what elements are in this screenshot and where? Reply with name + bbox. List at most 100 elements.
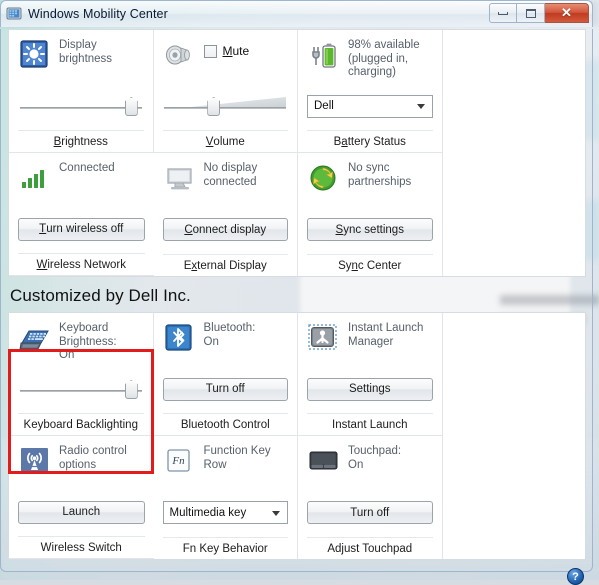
tile-footer-link[interactable]: Instant Launch — [307, 413, 433, 435]
tile-sync-center[interactable]: No sync partnerships Sync settings Sy n c … — [298, 153, 443, 276]
volume-slider[interactable] — [164, 95, 287, 117]
combobox-value: Multimedia key — [169, 506, 247, 519]
button-label: onnect display — [192, 223, 267, 236]
standard-tile-grid: Display brightness Brightness Mute V olu… — [8, 29, 586, 277]
footer-accesskey: W — [36, 258, 48, 271]
bluetooth-icon — [163, 321, 197, 355]
mute-control: Mute — [203, 38, 249, 58]
mobility-center-icon — [6, 6, 22, 22]
footer-text: B — [333, 135, 342, 148]
dell-tile-grid: Keyboard Brightness: On Keyboard Backlig… — [8, 312, 586, 560]
instant-launch-icon — [307, 321, 341, 355]
brightness-slider[interactable] — [19, 95, 142, 117]
footer-text: E — [183, 259, 192, 272]
control-zone: Turn off — [162, 369, 288, 413]
battery-plan-combobox[interactable]: Dell — [307, 94, 433, 118]
control-zone: Launch — [18, 492, 145, 536]
footer-text-2: c Center — [357, 259, 402, 272]
tile-keyboard-backlighting[interactable]: Keyboard Brightness: On Keyboard Backlig… — [9, 313, 154, 436]
tile-adjust-touchpad[interactable]: Touchpad: On Turn off Adjust Touchpad — [298, 436, 443, 559]
slider-thumb[interactable] — [124, 97, 138, 116]
control-zone: Turn wireless off — [18, 209, 145, 253]
tile-footer-link[interactable]: Ex ternal Display — [162, 254, 288, 276]
footer-accesskey: B — [53, 135, 62, 148]
battery-charging-icon — [307, 38, 341, 72]
tile-fn-key-behavior[interactable]: Fn Function Key Row Multimedia key Fn Ke… — [153, 436, 298, 559]
help-button[interactable]: ? — [567, 568, 584, 585]
tile-label: Instant Launch Manager — [348, 322, 424, 348]
tile-label: No display connected — [203, 162, 258, 188]
monitor-icon — [163, 161, 197, 195]
tile-header: Touchpad: On — [307, 444, 433, 492]
turn-wireless-off-button[interactable]: Turn wireless off — [18, 217, 145, 241]
touchpad-turn-off-button[interactable]: Turn off — [307, 501, 433, 524]
button-accesskey: T — [39, 223, 47, 235]
tile-wireless-switch[interactable]: Radio control options Launch Wireless Sw… — [9, 436, 154, 559]
wireless-switch-launch-button[interactable]: Launch — [18, 500, 145, 524]
tile-header: Fn Function Key Row — [163, 444, 289, 492]
tile-instant-launch[interactable]: Instant Launch Manager Settings Instant … — [298, 313, 443, 436]
footer-accesskey: V — [205, 135, 214, 148]
control-zone: Multimedia key — [162, 492, 288, 537]
tile-footer-link[interactable]: Bluetooth Control — [162, 413, 288, 435]
bluetooth-turn-off-button[interactable]: Turn off — [162, 377, 288, 401]
control-zone — [18, 86, 144, 130]
tile-bluetooth-control[interactable]: Bluetooth: On Turn off Bluetooth Control — [153, 313, 298, 436]
minimize-button[interactable] — [489, 3, 517, 23]
control-zone: Settings — [307, 369, 433, 413]
tile-wireless-network[interactable]: Connected Turn wireless off Wireless Net… — [9, 153, 154, 276]
mute-checkbox[interactable] — [203, 44, 217, 58]
tile-footer-link[interactable]: Adjust Touchpad — [307, 537, 433, 559]
section-heading-customized: Customized by Dell Inc. — [10, 286, 191, 305]
chevron-down-icon[interactable] — [416, 104, 425, 109]
window-body: Display brightness Brightness Mute V olu… — [0, 29, 593, 585]
maximize-button[interactable] — [517, 3, 545, 23]
slider-thumb[interactable] — [124, 380, 138, 399]
tile-label: Display brightness — [59, 39, 113, 65]
control-zone: Connect display — [162, 209, 288, 254]
tile-header: No display connected — [163, 161, 289, 209]
title-bar[interactable]: Windows Mobility Center ✕ — [0, 0, 593, 27]
chevron-down-icon[interactable] — [272, 510, 280, 516]
tile-header: Connected — [18, 161, 145, 209]
keyboard-brightness-slider[interactable] — [19, 378, 142, 400]
sync-icon — [307, 161, 341, 195]
footer-text-2: ttery Status — [347, 135, 406, 148]
tile-volume[interactable]: Mute Volume — [153, 30, 298, 153]
tile-footer-link[interactable]: Fn Key Behavior — [162, 537, 288, 559]
footer-text-2: ternal Display — [197, 259, 267, 272]
tile-external-display[interactable]: No display connected Connect display Ext… — [153, 153, 298, 276]
control-zone: Turn off — [307, 492, 433, 537]
maximize-icon — [525, 8, 536, 18]
wifi-signal-icon — [18, 161, 52, 195]
button-accesskey: S — [335, 223, 344, 236]
fn-key-combobox[interactable]: Multimedia key — [162, 501, 288, 524]
tile-footer-link[interactable]: Wireless Network — [18, 253, 145, 275]
connect-display-button[interactable]: Connect display — [162, 218, 288, 241]
button-label: urn wireless off — [46, 223, 124, 235]
instant-launch-settings-button[interactable]: Settings — [307, 377, 433, 401]
tile-footer-link[interactable]: Brightness — [18, 130, 144, 152]
tile-footer-link[interactable]: Volume — [162, 130, 288, 152]
window-controls: ✕ — [489, 3, 589, 23]
tile-display-brightness[interactable]: Display brightness Brightness — [9, 30, 154, 153]
mobility-center-window: Windows Mobility Center ✕ Display bright… — [0, 0, 593, 585]
tile-footer-link[interactable]: Keyboard Backlighting — [18, 413, 144, 435]
slider-thumb[interactable] — [207, 97, 221, 116]
tile-label: No sync partnerships — [348, 162, 412, 188]
tile-header: Radio control options — [18, 444, 145, 492]
tile-footer-link[interactable]: Ba ttery Status — [307, 130, 433, 152]
tile-battery-status[interactable]: 98% available (plugged in, charging) Del… — [298, 30, 443, 153]
sync-settings-button[interactable]: Sync settings — [307, 218, 433, 241]
tile-footer-link[interactable]: Sy n c Center — [307, 254, 433, 276]
control-zone: Dell — [307, 86, 433, 130]
tile-label: Touchpad: On — [348, 445, 402, 471]
tile-header: No sync partnerships — [307, 161, 433, 209]
footer-text: Sy — [338, 259, 352, 272]
control-zone: Sync settings — [307, 209, 433, 254]
keyboard-backlight-icon — [18, 321, 52, 355]
tile-header: Instant Launch Manager — [307, 321, 433, 369]
close-button[interactable]: ✕ — [545, 3, 589, 23]
tile-footer-link[interactable]: Wireless Switch — [18, 536, 145, 558]
mute-checkbox-row[interactable]: Mute — [203, 38, 249, 58]
